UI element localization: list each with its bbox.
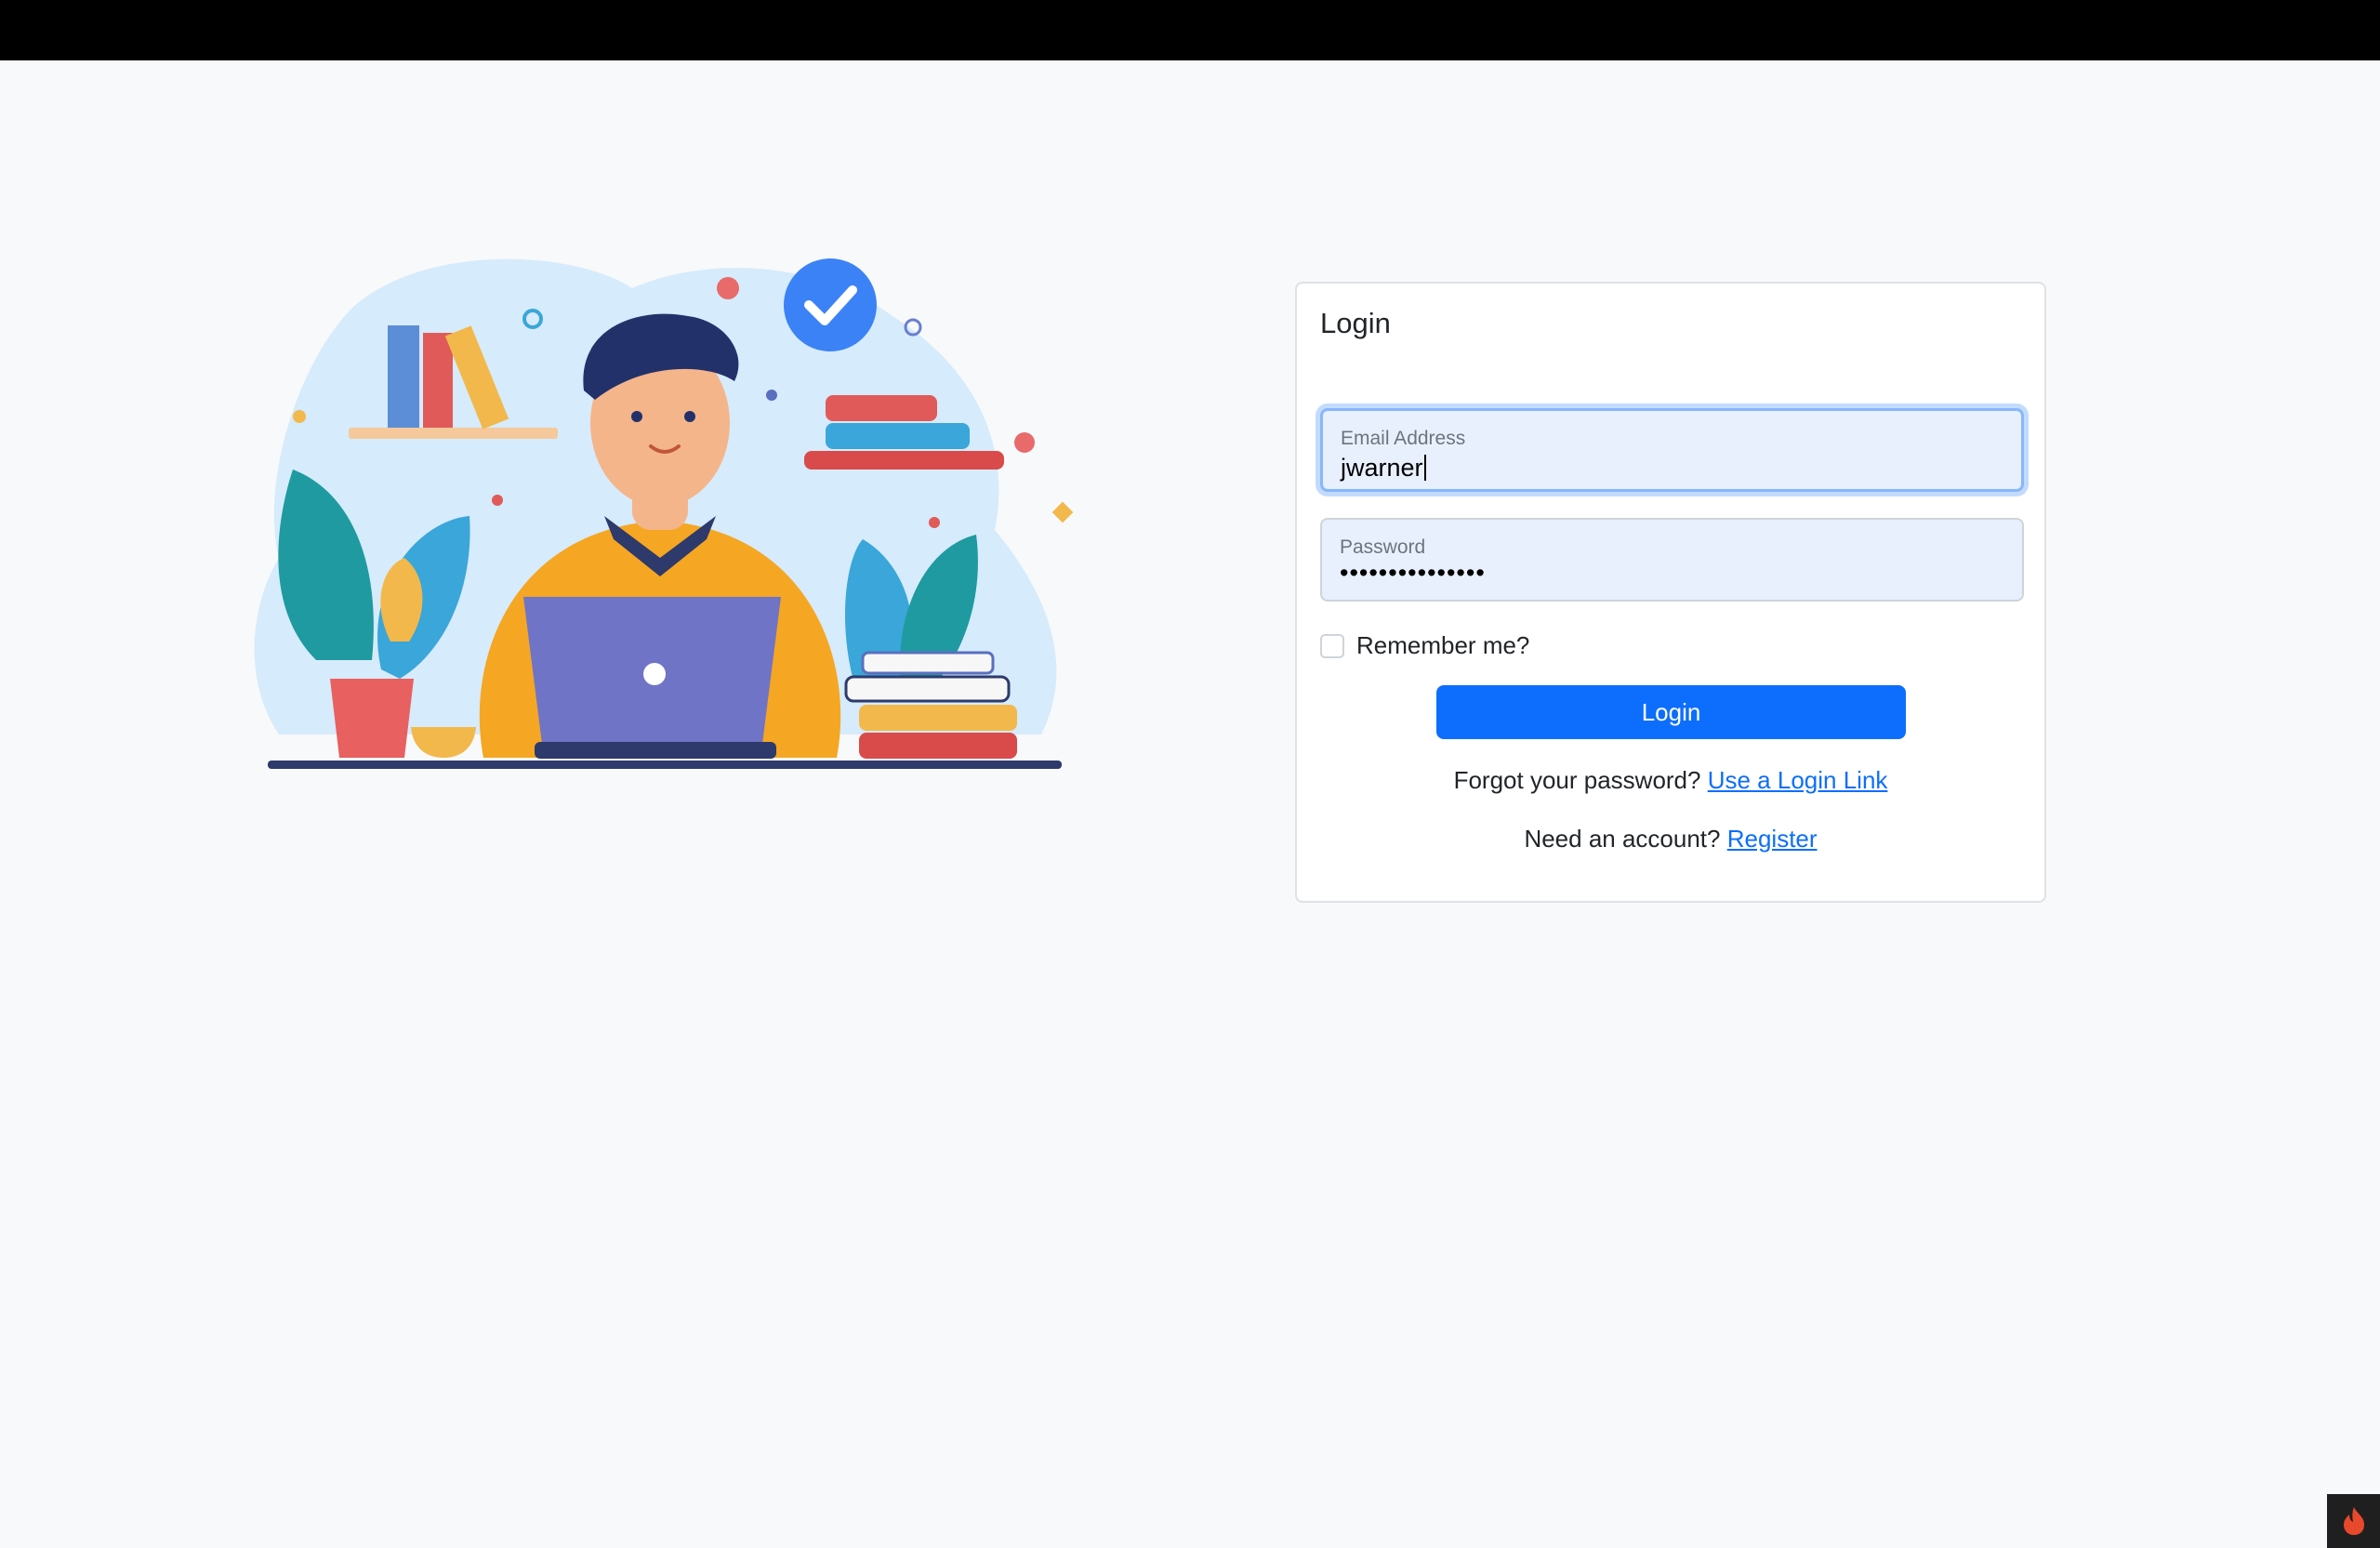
shelf <box>349 428 558 439</box>
password-input[interactable]: ••••••••••••••• <box>1340 559 1990 588</box>
register-row: Need an account? Register <box>1297 825 2044 853</box>
email-input[interactable]: jwarner <box>1341 454 1991 483</box>
remember-me-row[interactable]: Remember me? <box>1320 631 1529 660</box>
email-label: Email Address <box>1341 428 1466 449</box>
debug-toolbar-toggle[interactable] <box>2327 1494 2380 1548</box>
password-label: Password <box>1340 536 1426 558</box>
login-link-link[interactable]: Use a Login Link <box>1708 766 1888 794</box>
card-title: Login <box>1320 307 1391 339</box>
login-button[interactable]: Login <box>1436 685 1906 739</box>
desk-line <box>268 761 1062 769</box>
login-card: Login Email Address jwarner Password •••… <box>1295 282 2046 903</box>
text-caret <box>1423 455 1426 481</box>
register-link[interactable]: Register <box>1727 825 1818 853</box>
plant-pot <box>330 679 414 758</box>
remember-me-label[interactable]: Remember me? <box>1356 631 1529 660</box>
top-bar <box>0 0 2380 60</box>
forgot-password-text: Forgot your password? <box>1453 766 1701 794</box>
email-field[interactable]: Email Address jwarner <box>1320 408 2024 492</box>
flame-icon <box>2343 1507 2364 1535</box>
remember-me-checkbox[interactable] <box>1320 633 1344 658</box>
password-field[interactable]: Password ••••••••••••••• <box>1320 518 2024 602</box>
email-value: jwarner <box>1341 454 1423 482</box>
book-stack <box>826 395 937 421</box>
book <box>388 325 419 428</box>
person-with-laptop-illustration <box>254 258 1074 769</box>
check-circle <box>784 258 877 351</box>
laptop-logo <box>643 663 666 685</box>
need-account-text: Need an account? <box>1524 825 1721 853</box>
forgot-password-row: Forgot your password? Use a Login Link <box>1297 766 2044 795</box>
book <box>423 333 453 428</box>
